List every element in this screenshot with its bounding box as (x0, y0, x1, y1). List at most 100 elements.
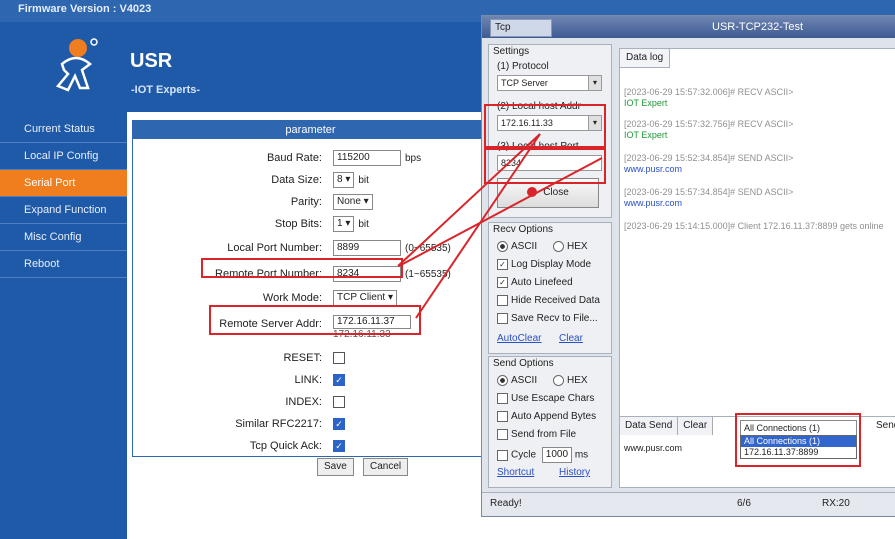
index-checkbox[interactable] (333, 396, 345, 409)
send-from-file-checkbox[interactable]: Send from File (497, 429, 576, 440)
log-entry: [2023-06-29 15:14:15.000]# Client 172.16… (624, 221, 884, 231)
send-button[interactable]: Send (876, 420, 895, 431)
link-label: LINK: (294, 374, 322, 386)
link-row: LINK: ✓ (133, 371, 488, 389)
auto-append-checkbox[interactable]: Auto Append Bytes (497, 411, 596, 422)
cancel-button[interactable]: Cancel (363, 458, 409, 476)
auto-linefeed-checkbox[interactable]: ✓ Auto Linefeed (497, 277, 573, 288)
data-log-panel[interactable]: Data log [2023-06-29 15:57:32.006]# RECV… (619, 48, 895, 430)
remote-server-highlight (209, 305, 421, 335)
local-port-highlight (484, 146, 606, 184)
cycle-unit: ms (574, 449, 589, 461)
send-hex-radio[interactable]: HEX (553, 375, 588, 386)
nav-current-status[interactable]: Current Status (0, 116, 127, 143)
local-host-highlight (484, 104, 606, 150)
protocol-select[interactable]: TCP Server ▾ (497, 75, 602, 91)
reset-label: RESET: (283, 352, 322, 364)
data-log-tab[interactable]: Data log (620, 49, 671, 68)
status-recv-count: RX:20 (822, 498, 850, 509)
nav-misc-config[interactable]: Misc Config (0, 224, 127, 251)
shortcut-link[interactable]: Shortcut (497, 467, 534, 478)
red-dot-icon (527, 187, 538, 198)
stop-bits-row: Stop Bits: 1bit (133, 215, 488, 233)
parity-label: Parity: (290, 196, 322, 208)
panel-title: parameter (133, 121, 488, 139)
nav-serial-port[interactable]: Serial Port (0, 170, 127, 197)
reset-row: RESET: (133, 349, 488, 367)
send-options-title: Send Options (493, 358, 554, 369)
send-options-group: Send Options ASCII HEX Use Escape Chars … (488, 356, 612, 488)
stop-bits-label: Stop Bits: (274, 218, 322, 230)
clear-recv-link[interactable]: Clear (559, 333, 583, 344)
recv-hex-radio[interactable]: HEX (553, 241, 588, 252)
connection-highlight (735, 413, 861, 467)
data-size-label: Data Size: (271, 174, 322, 186)
remote-port-highlight (201, 258, 403, 278)
send-textarea[interactable]: www.pusr.com (624, 443, 682, 453)
parity-select[interactable]: None (333, 194, 373, 211)
index-label: INDEX: (285, 396, 322, 408)
rfc2217-label: Similar RFC2217: (235, 418, 322, 430)
autoclear-link[interactable]: AutoClear (497, 333, 541, 344)
data-size-row: Data Size: 8bit (133, 171, 488, 189)
brand-name: USR (130, 50, 173, 72)
send-ascii-radio[interactable]: ASCII (497, 375, 537, 386)
recv-options-title: Recv Options (493, 224, 554, 235)
rfc2217-row: Similar RFC2217: ✓ (133, 415, 488, 433)
quick-ack-checkbox[interactable]: ✓ (333, 440, 345, 453)
cycle-checkbox[interactable]: Cycle 1000 ms (497, 447, 588, 463)
baud-rate-label: Baud Rate: (266, 152, 322, 164)
parity-row: Parity: None (133, 193, 488, 211)
escape-chars-checkbox[interactable]: Use Escape Chars (497, 393, 594, 404)
status-bar: Ready! 6/6 RX:20 (482, 492, 895, 515)
cycle-input[interactable]: 1000 (541, 447, 573, 463)
tool-tab[interactable]: Tcp (490, 19, 552, 37)
data-send-tab[interactable]: Data Send (620, 417, 679, 435)
log-entry: [2023-06-29 15:57:32.006]# RECV ASCII> IO… (624, 87, 794, 108)
link-checkbox[interactable]: ✓ (333, 374, 345, 387)
data-size-unit: bit (358, 175, 369, 186)
log-entry: [2023-06-29 15:57:32.756]# RECV ASCII> IO… (624, 119, 794, 140)
tool-title: USR-TCP232-Test (712, 21, 804, 33)
sidebar-nav: Current Status Local IP Config Serial Po… (0, 112, 127, 539)
baud-rate-input[interactable]: 115200 (333, 150, 401, 167)
quick-ack-row: Tcp Quick Ack: ✓ (133, 437, 488, 455)
nav-local-ip-config[interactable]: Local IP Config (0, 143, 127, 170)
recv-ascii-radio[interactable]: ASCII (497, 241, 537, 252)
history-link[interactable]: History (559, 467, 590, 478)
stop-bits-unit: bit (358, 219, 369, 230)
baud-rate-unit: bps (405, 153, 422, 164)
baud-rate-row: Baud Rate: 115200 bps (133, 149, 488, 167)
local-port-row: Local Port Number: 8899 (0~65535) (133, 239, 488, 257)
local-port-input[interactable]: 8899 (333, 240, 401, 257)
status-send-count: 6/6 (737, 498, 751, 509)
web-banner: USR -IOT Experts- (0, 22, 490, 112)
firmware-version: Firmware Version : V4023 (18, 3, 152, 15)
save-button[interactable]: Save (317, 458, 354, 476)
remote-port-range: (1~65535) (405, 269, 451, 280)
tool-titlebar: Tcp USR-TCP232-Test (482, 16, 895, 38)
rfc2217-checkbox[interactable]: ✓ (333, 418, 345, 431)
log-entry: [2023-06-29 15:57:34.854]# SEND ASCII> ww… (624, 187, 794, 208)
clear-send-tab[interactable]: Clear (678, 417, 714, 435)
local-port-range: (0~65535) (405, 243, 451, 254)
index-row: INDEX: (133, 393, 488, 411)
hide-received-checkbox[interactable]: Hide Received Data (497, 295, 600, 306)
nav-expand-function[interactable]: Expand Function (0, 197, 127, 224)
local-port-label: Local Port Number: (227, 242, 322, 254)
quick-ack-label: Tcp Quick Ack: (249, 440, 322, 452)
work-mode-select[interactable]: TCP Client (333, 290, 397, 307)
nav-reboot[interactable]: Reboot (0, 251, 127, 278)
data-size-select[interactable]: 8 (333, 172, 355, 189)
settings-title: Settings (493, 46, 530, 57)
brand-tagline: -IOT Experts- (131, 84, 201, 96)
protocol-label: (1) Protocol (497, 61, 549, 72)
save-recv-checkbox[interactable]: Save Recv to File... (497, 313, 598, 324)
reset-checkbox[interactable] (333, 352, 345, 365)
status-ready: Ready! (490, 498, 522, 509)
parameter-panel: parameter Baud Rate: 115200 bps Data Size… (132, 120, 489, 457)
log-entry: [2023-06-29 15:52:34.854]# SEND ASCII> ww… (624, 153, 794, 174)
stop-bits-select[interactable]: 1 (333, 216, 355, 233)
usr-logo-icon (55, 38, 98, 92)
log-display-checkbox[interactable]: ✓ Log Display Mode (497, 259, 591, 270)
